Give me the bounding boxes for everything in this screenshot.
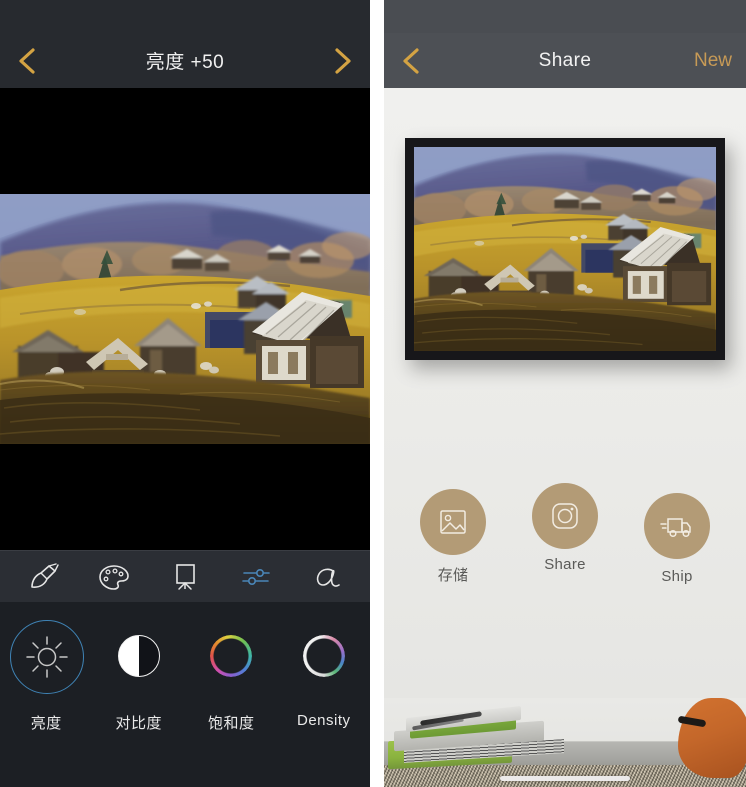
framed-artwork[interactable]: [405, 138, 725, 360]
chevron-left-icon[interactable]: [14, 45, 40, 77]
adjustment-contrast[interactable]: 对比度: [97, 620, 181, 733]
dual-phone-screenshot: 亮度 +50 亮度 对比度 饱和度 Density Share New 存储 S…: [0, 0, 746, 787]
editor-toolbar: [0, 550, 370, 602]
editor-navbar: 亮度 +50: [0, 33, 370, 88]
share-action[interactable]: Share: [525, 483, 605, 585]
saturation-control[interactable]: [195, 620, 267, 692]
adjustment-label: 对比度: [115, 715, 162, 732]
sliders-icon[interactable]: [230, 555, 282, 599]
adjustment-brightness[interactable]: 亮度: [4, 620, 88, 733]
clay-object: [678, 698, 746, 778]
editor-screen: 亮度 +50 亮度 对比度 饱和度 Density: [0, 0, 370, 787]
page-title: Share: [538, 49, 592, 71]
density-wheel-icon: [302, 635, 345, 677]
status-bar-right: [384, 0, 746, 33]
palette-icon[interactable]: [88, 555, 140, 599]
delivery-truck-icon: [660, 518, 691, 538]
image-save-icon: [440, 510, 466, 534]
save-button[interactable]: [420, 489, 486, 555]
home-indicator[interactable]: [500, 776, 630, 781]
share-actions: 存储 Share Ship: [384, 483, 746, 585]
artwork-image: [0, 194, 370, 444]
action-label: Share: [544, 556, 586, 573]
chevron-left-icon[interactable]: [398, 45, 424, 77]
save-action[interactable]: 存储: [413, 489, 493, 585]
home-indicator-area-right: [384, 776, 746, 781]
framed-artwork-image: [414, 147, 716, 351]
share-button[interactable]: [532, 483, 598, 549]
home-indicator-area-left: [0, 777, 370, 787]
share-screen: Share New 存储 Share Ship: [384, 0, 746, 787]
contrast-control[interactable]: [103, 620, 175, 692]
share-navbar: Share New: [384, 33, 746, 88]
paintbrush-icon[interactable]: [17, 555, 69, 599]
ship-button[interactable]: [644, 493, 710, 559]
color-wheel-icon: [210, 635, 253, 677]
brightness-control[interactable]: [10, 620, 85, 694]
screen-divider: [370, 0, 384, 787]
adjustment-label: 饱和度: [207, 715, 255, 732]
action-label: Ship: [661, 568, 693, 585]
ship-action[interactable]: Ship: [637, 493, 717, 585]
artwork-canvas[interactable]: [0, 88, 370, 550]
chevron-right-icon[interactable]: [330, 45, 356, 77]
page-title: 亮度 +50: [145, 52, 225, 73]
italic-a-icon[interactable]: [301, 555, 353, 599]
new-button[interactable]: New: [694, 50, 732, 72]
desk-photo: [384, 698, 746, 787]
selection-ring: [10, 620, 85, 694]
adjustment-density[interactable]: Density: [282, 620, 366, 729]
adjustment-saturation[interactable]: 饱和度: [189, 620, 273, 733]
adjustment-label: Density: [296, 712, 351, 729]
easel-icon[interactable]: [159, 555, 211, 599]
action-label: 存储: [437, 567, 469, 584]
camera-icon: [552, 503, 578, 529]
half-circle-icon: [117, 635, 160, 677]
density-control[interactable]: [288, 620, 360, 692]
adjustment-options: 亮度 对比度 饱和度 Density: [0, 602, 370, 777]
sun-icon: [26, 636, 68, 678]
adjustment-label: 亮度: [30, 715, 62, 732]
status-bar-left: [0, 0, 370, 33]
